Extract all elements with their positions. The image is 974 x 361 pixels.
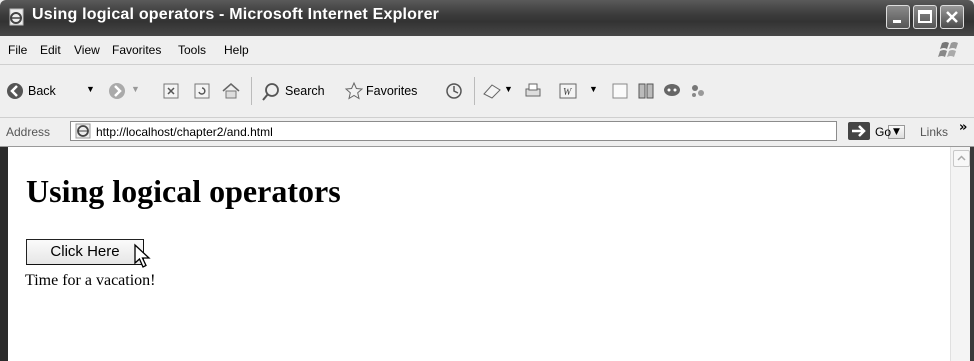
back-dropdown-icon[interactable]: ▼ <box>86 84 95 94</box>
bluetooth-icon[interactable] <box>688 81 708 101</box>
forward-dropdown-icon[interactable]: ▼ <box>131 84 140 94</box>
menu-tools[interactable]: Tools <box>178 43 206 57</box>
address-bar: Address http://localhost/chapter2/and.ht… <box>0 118 974 147</box>
close-icon <box>946 11 958 23</box>
edit-dropdown-icon[interactable]: ▼ <box>589 84 598 94</box>
menu-help[interactable]: Help <box>224 43 249 57</box>
standard-toolbar: Back ▼ ▼ Search Favorites ▼ W ▼ <box>0 65 974 118</box>
maximize-icon <box>918 10 932 23</box>
windows-logo-icon <box>938 42 958 57</box>
search-button-label[interactable]: Search <box>285 84 325 98</box>
page-icon <box>75 123 91 139</box>
window-title: Using logical operators - Microsoft Inte… <box>32 6 440 23</box>
search-icon[interactable] <box>261 82 281 102</box>
menu-bar: File Edit View Favorites Tools Help <box>0 36 974 65</box>
page-content: Using logical operators Click Here Time … <box>8 147 950 361</box>
chevron-right-icon[interactable]: » <box>959 120 967 135</box>
back-icon <box>7 83 23 99</box>
click-here-button[interactable]: Click Here <box>26 239 144 265</box>
window-right-border <box>970 147 974 361</box>
refresh-icon[interactable] <box>193 82 211 100</box>
history-icon[interactable] <box>444 81 464 101</box>
mail-dropdown-icon[interactable]: ▼ <box>504 84 513 94</box>
maximize-button[interactable] <box>913 5 937 29</box>
mouse-cursor-icon <box>134 243 151 268</box>
address-input[interactable]: http://localhost/chapter2/and.html ▼ <box>70 121 905 141</box>
go-button[interactable] <box>848 122 870 140</box>
menu-view[interactable]: View <box>74 43 100 57</box>
back-label[interactable]: Back <box>28 84 56 98</box>
menu-favorites[interactable]: Favorites <box>112 43 161 57</box>
menu-edit[interactable]: Edit <box>40 43 61 57</box>
minimize-button[interactable] <box>886 5 910 29</box>
go-label[interactable]: Go <box>875 125 891 139</box>
research-icon[interactable] <box>636 81 656 101</box>
messenger-icon[interactable] <box>662 81 682 101</box>
links-label[interactable]: Links <box>920 125 948 139</box>
discuss-icon[interactable] <box>611 82 629 100</box>
window-left-border <box>0 147 8 361</box>
forward-icon <box>109 83 125 99</box>
result-text: Time for a vacation! <box>25 272 156 289</box>
go-arrow-icon <box>852 125 866 137</box>
ie-page-icon <box>9 8 24 26</box>
chevron-up-icon <box>957 155 966 161</box>
forward-button[interactable] <box>108 82 126 104</box>
close-button[interactable] <box>940 5 964 29</box>
address-url[interactable]: http://localhost/chapter2/and.html <box>96 125 273 139</box>
stop-icon[interactable] <box>162 82 180 100</box>
title-bar: Using logical operators - Microsoft Inte… <box>0 0 974 36</box>
back-button[interactable] <box>6 82 24 104</box>
address-label: Address <box>6 125 51 139</box>
scroll-up-button[interactable] <box>953 150 970 167</box>
mail-icon[interactable] <box>482 82 502 100</box>
minimize-icon <box>893 20 901 23</box>
home-icon[interactable] <box>221 81 241 101</box>
print-icon[interactable] <box>523 81 543 101</box>
browser-window: Using logical operators - Microsoft Inte… <box>0 0 974 361</box>
page-heading: Using logical operators <box>26 173 341 209</box>
favorites-star-icon[interactable] <box>344 81 364 101</box>
edit-word-icon[interactable]: W <box>558 81 578 101</box>
favorites-button-label[interactable]: Favorites <box>366 84 417 98</box>
menu-file[interactable]: File <box>8 43 27 57</box>
vertical-scrollbar[interactable] <box>950 147 971 361</box>
